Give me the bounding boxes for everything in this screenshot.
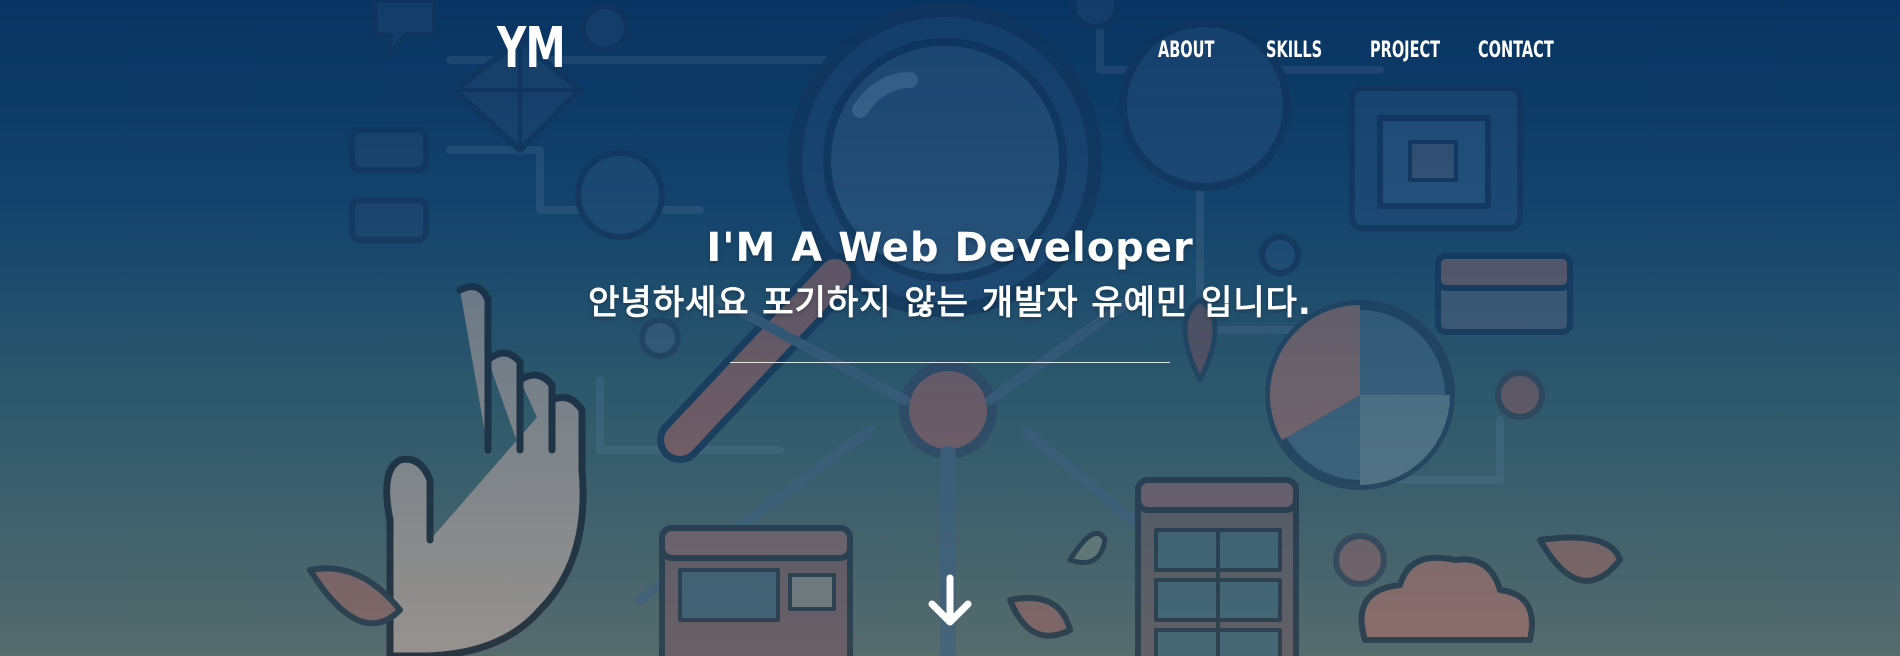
- nav-skills-link[interactable]: SKILLS: [1266, 36, 1322, 66]
- nav-project-link[interactable]: PROJECT: [1370, 36, 1440, 66]
- hero-headline: I'M A Web Developer: [706, 225, 1194, 271]
- arrow-down-icon[interactable]: [925, 574, 975, 630]
- hero-divider: [730, 362, 1170, 363]
- hero-section: YM ABOUT SKILLS PROJECT CONTACT I'M A We…: [0, 0, 1900, 656]
- background-overlay: [0, 0, 1900, 656]
- nav-about-link[interactable]: ABOUT: [1158, 36, 1214, 66]
- site-logo[interactable]: YM: [497, 16, 566, 82]
- nav-contact-link[interactable]: CONTACT: [1478, 36, 1554, 66]
- hero-subline: 안녕하세요 포기하지 않는 개발자 유예민 입니다.: [588, 283, 1312, 323]
